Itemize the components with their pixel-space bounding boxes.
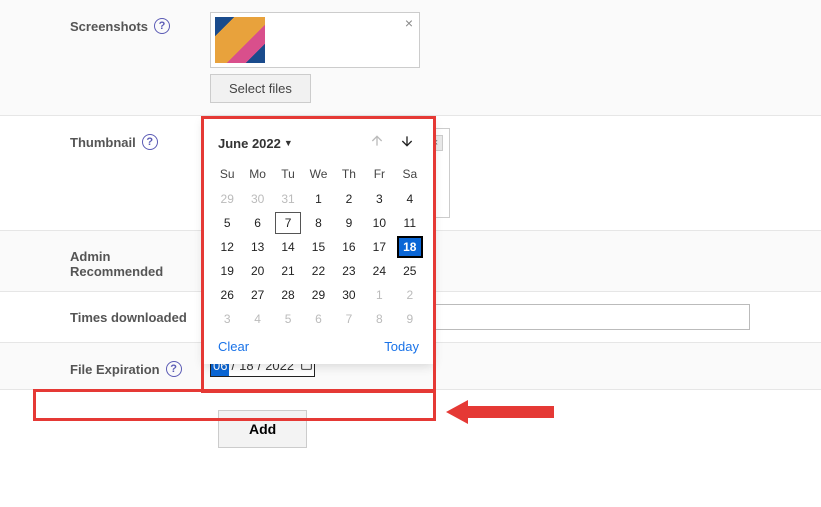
file-expiration-label-col: File Expiration ? — [0, 355, 210, 377]
calendar-dow: Su — [212, 163, 242, 187]
prev-month-icon[interactable] — [369, 133, 385, 153]
calendar-day-selected[interactable]: 18 — [397, 236, 423, 258]
calendar-day[interactable]: 7 — [336, 308, 362, 330]
calendar-day[interactable]: 31 — [275, 188, 301, 210]
calendar-day[interactable]: 29 — [305, 284, 331, 306]
times-downloaded-label-col: Times downloaded — [0, 304, 210, 325]
thumbnail-label: Thumbnail — [70, 135, 136, 150]
screenshots-label-col: Screenshots ? — [0, 12, 210, 34]
add-button[interactable]: Add — [218, 410, 307, 448]
calendar-dow: Sa — [395, 163, 425, 187]
calendar-day[interactable]: 2 — [336, 188, 362, 210]
help-icon[interactable]: ? — [166, 361, 182, 377]
calendar-day[interactable]: 24 — [366, 260, 392, 282]
calendar-day[interactable]: 3 — [366, 188, 392, 210]
calendar-day[interactable]: 19 — [214, 260, 240, 282]
calendar-dow: Tu — [273, 163, 303, 187]
calendar-day[interactable]: 16 — [336, 236, 362, 258]
select-files-button[interactable]: Select files — [210, 74, 311, 103]
calendar-day[interactable]: 29 — [214, 188, 240, 210]
calendar-today-link[interactable]: Today — [384, 339, 419, 354]
calendar-month-selector[interactable]: June 2022 ▼ — [218, 136, 369, 151]
calendar-day[interactable]: 9 — [397, 308, 423, 330]
calendar-day[interactable]: 1 — [366, 284, 392, 306]
calendar-day[interactable]: 4 — [245, 308, 271, 330]
calendar-day[interactable]: 2 — [397, 284, 423, 306]
calendar-day[interactable]: 6 — [305, 308, 331, 330]
calendar-day[interactable]: 8 — [366, 308, 392, 330]
next-month-icon[interactable] — [399, 133, 415, 153]
screenshots-label: Screenshots — [70, 19, 148, 34]
thumbnail-label-col: Thumbnail ? — [0, 128, 210, 150]
add-row: Add — [0, 390, 821, 460]
calendar-day[interactable]: 1 — [305, 188, 331, 210]
calendar-dow: Th — [334, 163, 364, 187]
screenshots-row: Screenshots ? × Select files — [0, 0, 821, 116]
calendar-dow: Mo — [242, 163, 272, 187]
calendar-day[interactable]: 14 — [275, 236, 301, 258]
admin-recommended-label-line2: Recommended — [70, 264, 210, 279]
calendar-grid: SuMoTuWeThFrSa29303112345678910111213141… — [212, 163, 425, 331]
calendar-day[interactable]: 5 — [275, 308, 301, 330]
calendar-day[interactable]: 20 — [245, 260, 271, 282]
calendar-dow: Fr — [364, 163, 394, 187]
calendar-day[interactable]: 26 — [214, 284, 240, 306]
help-icon[interactable]: ? — [142, 134, 158, 150]
screenshot-thumbnail-box: × — [210, 12, 420, 68]
calendar-day[interactable]: 8 — [305, 212, 331, 234]
calendar-day[interactable]: 22 — [305, 260, 331, 282]
caret-down-icon: ▼ — [284, 138, 293, 148]
calendar-day[interactable]: 21 — [275, 260, 301, 282]
calendar-day[interactable]: 17 — [366, 236, 392, 258]
calendar-day[interactable]: 30 — [336, 284, 362, 306]
admin-recommended-label-col: Admin Recommended — [0, 243, 210, 279]
calendar-day[interactable]: 15 — [305, 236, 331, 258]
calendar-day[interactable]: 6 — [245, 212, 271, 234]
file-expiration-label: File Expiration — [70, 362, 160, 377]
calendar-day[interactable]: 25 — [397, 260, 423, 282]
calendar-day-today[interactable]: 7 — [275, 212, 301, 234]
calendar-day[interactable]: 4 — [397, 188, 423, 210]
calendar-day[interactable]: 3 — [214, 308, 240, 330]
calendar-day[interactable]: 27 — [245, 284, 271, 306]
date-picker-popup: June 2022 ▼ SuMoTuWeThFrSa29303112345678… — [204, 119, 433, 364]
help-icon[interactable]: ? — [154, 18, 170, 34]
calendar-day[interactable]: 5 — [214, 212, 240, 234]
calendar-clear-link[interactable]: Clear — [218, 339, 249, 354]
calendar-day[interactable]: 28 — [275, 284, 301, 306]
calendar-day[interactable]: 9 — [336, 212, 362, 234]
screenshot-thumbnail-image — [215, 17, 265, 63]
calendar-day[interactable]: 10 — [366, 212, 392, 234]
admin-recommended-label-line1: Admin — [70, 249, 210, 264]
calendar-dow: We — [303, 163, 333, 187]
remove-screenshot-icon[interactable]: × — [405, 15, 413, 31]
calendar-day[interactable]: 30 — [245, 188, 271, 210]
calendar-day[interactable]: 13 — [245, 236, 271, 258]
times-downloaded-label: Times downloaded — [70, 310, 187, 325]
calendar-day[interactable]: 12 — [214, 236, 240, 258]
calendar-day[interactable]: 11 — [397, 212, 423, 234]
calendar-day[interactable]: 23 — [336, 260, 362, 282]
calendar-title: June 2022 — [218, 136, 281, 151]
